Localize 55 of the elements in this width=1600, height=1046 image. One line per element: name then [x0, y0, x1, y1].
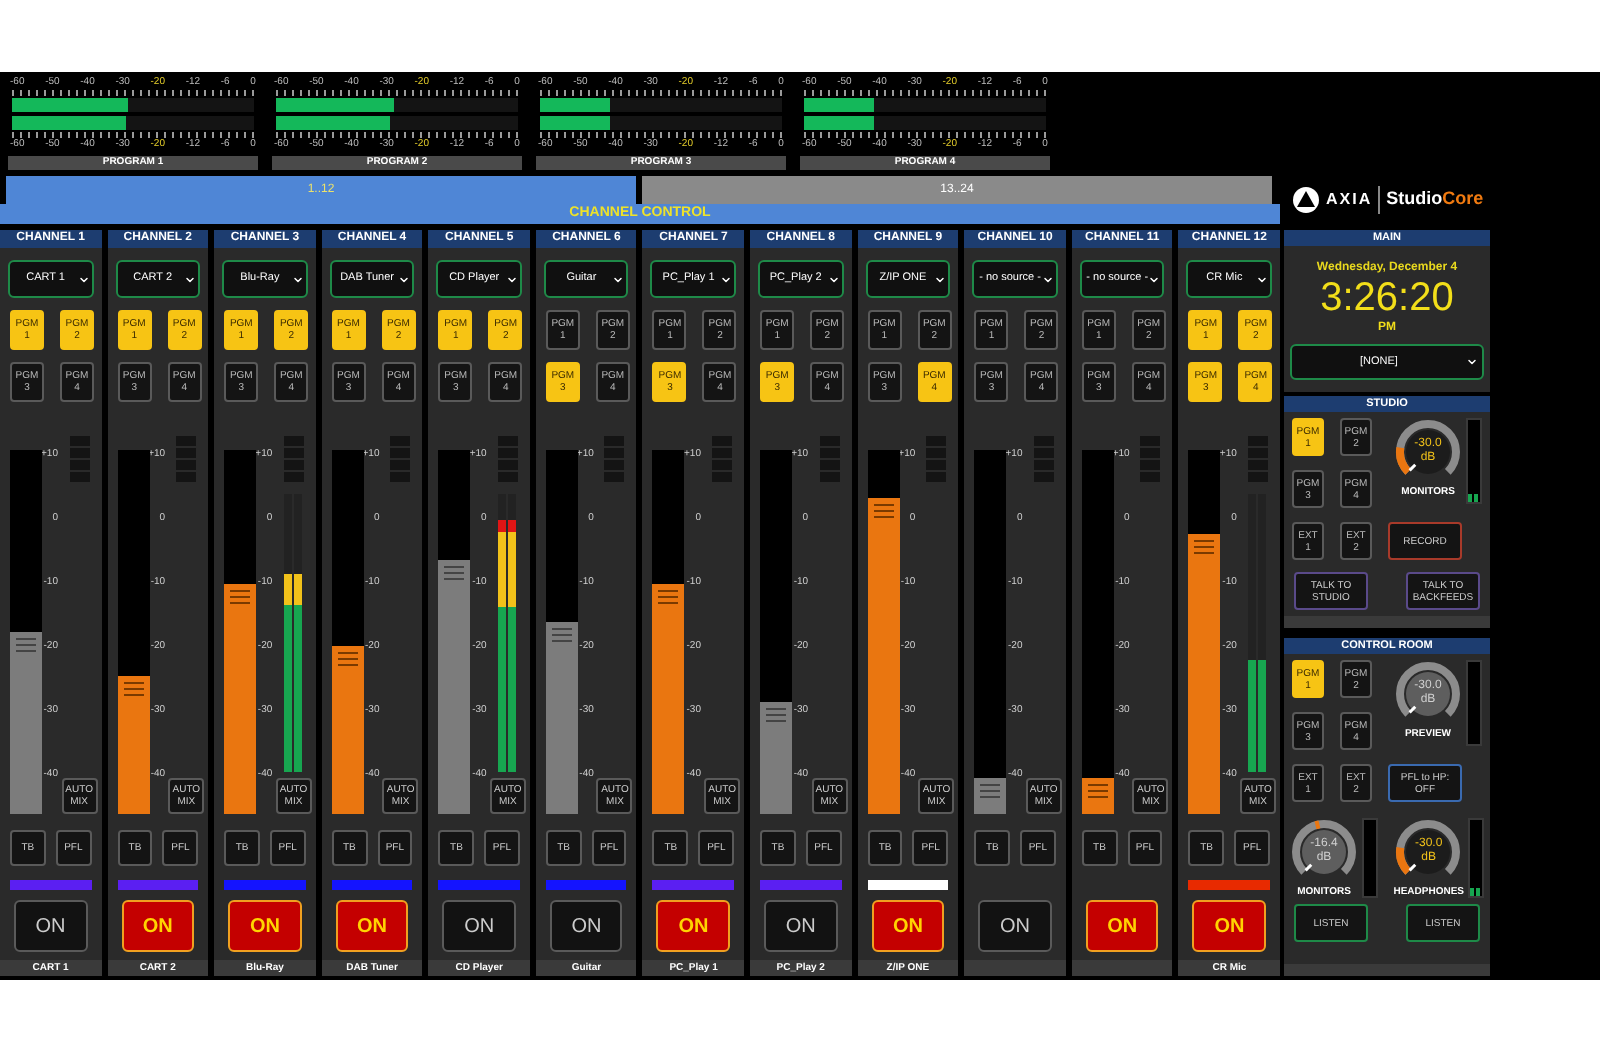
- on-button[interactable]: ON: [764, 900, 838, 952]
- level-meter: [1362, 818, 1378, 898]
- chevron-down-icon: [1466, 356, 1478, 368]
- product-name: StudioCore: [1386, 186, 1484, 213]
- level-meter: [1466, 660, 1482, 746]
- chevron-down-icon: [720, 273, 733, 285]
- fader-grip-lines: [873, 503, 894, 518]
- chevron-down-icon: [612, 273, 625, 285]
- fader-grip-lines: [551, 627, 572, 642]
- fader-fill[interactable]: [1081, 777, 1114, 814]
- channel-name-bar: [964, 960, 1066, 976]
- fader-grip-lines: [230, 590, 251, 605]
- fader-grip-lines: [337, 652, 358, 667]
- on-button[interactable]: ON: [978, 900, 1052, 952]
- fader-grip-lines: [766, 707, 787, 722]
- chevron-down-icon: [291, 273, 304, 285]
- channel-name-bar: [1071, 960, 1173, 976]
- on-button[interactable]: ON: [14, 900, 88, 952]
- fader-grip-lines: [16, 638, 36, 652]
- fader-fill[interactable]: [974, 777, 1007, 814]
- on-button[interactable]: ON: [656, 900, 731, 952]
- on-button[interactable]: ON: [442, 900, 516, 952]
- fader-fill[interactable]: [224, 584, 257, 814]
- fader-grip-lines: [1194, 539, 1215, 554]
- fader-fill[interactable]: [545, 621, 578, 814]
- fader-grip-lines: [1087, 783, 1108, 798]
- chevron-down-icon: [1148, 273, 1161, 285]
- fader-grip-lines: [658, 590, 679, 605]
- chevron-down-icon: [1255, 273, 1268, 285]
- chevron-down-icon: [398, 273, 411, 285]
- fader-grip-lines: [444, 565, 465, 580]
- on-button[interactable]: ON: [121, 900, 195, 952]
- on-button[interactable]: ON: [549, 900, 623, 952]
- chevron-down-icon: [184, 273, 197, 285]
- chevron-down-icon: [1041, 273, 1054, 285]
- on-button[interactable]: ON: [1085, 900, 1159, 952]
- fader-fill[interactable]: [652, 584, 685, 814]
- on-button[interactable]: ON: [228, 900, 302, 952]
- logo-text: AXIA: [1326, 188, 1373, 212]
- clock-time: 3:26:20: [1318, 278, 1456, 320]
- fader-grip-lines: [123, 681, 144, 696]
- chevron-down-icon: [505, 273, 518, 285]
- on-button[interactable]: ON: [871, 900, 945, 952]
- fader-fill[interactable]: [331, 646, 364, 814]
- chevron-down-icon: [934, 273, 947, 285]
- fader-fill[interactable]: [1188, 533, 1221, 814]
- fader-fill[interactable]: [760, 701, 793, 814]
- fader-grip-lines: [980, 783, 1001, 798]
- chevron-down-icon: [77, 273, 90, 285]
- fader-fill[interactable]: [117, 675, 150, 814]
- fader-fill[interactable]: [438, 559, 471, 814]
- logo-icon: [1292, 186, 1320, 214]
- on-button[interactable]: ON: [1192, 900, 1266, 952]
- on-button[interactable]: ON: [335, 900, 409, 952]
- chevron-down-icon: [827, 273, 840, 285]
